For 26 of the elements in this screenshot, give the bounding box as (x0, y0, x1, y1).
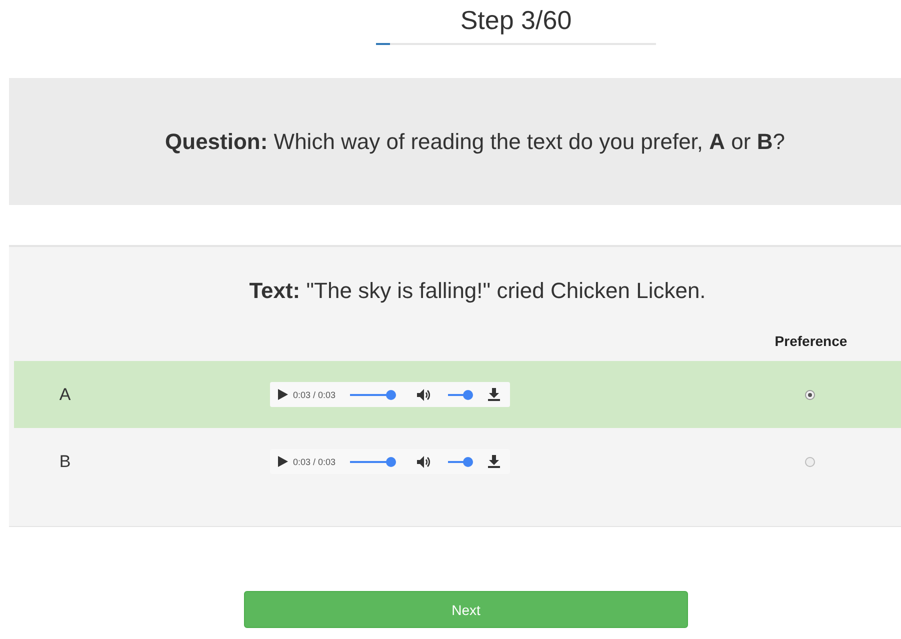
download-icon[interactable] (488, 455, 500, 468)
time-display: 0:03 / 0:03 (293, 456, 336, 466)
download-icon[interactable] (488, 388, 500, 401)
volume-slider[interactable] (448, 456, 473, 466)
audio-player[interactable]: 0:03 / 0:03 (270, 449, 510, 474)
seek-thumb[interactable] (386, 390, 396, 400)
column-header: Preference (774, 333, 848, 351)
reading-text: Text: "The sky is falling!" cried Chicken Licken. (248, 277, 707, 305)
sample-label: B (58, 452, 72, 472)
time-display: 0:03 / 0:03 (293, 390, 336, 400)
question-text: Question: Which way of reading the text do you prefer, A or B? (165, 128, 785, 154)
speaker-icon[interactable] (416, 454, 430, 468)
sample-label: A (58, 384, 72, 404)
volume-slider[interactable] (448, 390, 473, 400)
play-icon[interactable] (278, 456, 288, 467)
volume-thumb[interactable] (462, 456, 473, 466)
volume-thumb[interactable] (462, 390, 473, 400)
seek-slider[interactable] (350, 390, 396, 400)
seek-slider[interactable] (350, 456, 396, 466)
preference-radio[interactable] (805, 456, 815, 466)
play-icon[interactable] (278, 389, 288, 400)
step-counter: Step 3/60 (460, 4, 572, 36)
preference-radio[interactable] (805, 390, 815, 400)
seek-thumb[interactable] (386, 456, 396, 466)
speaker-icon[interactable] (416, 388, 430, 402)
audio-player[interactable]: 0:03 / 0:03 (270, 382, 510, 407)
